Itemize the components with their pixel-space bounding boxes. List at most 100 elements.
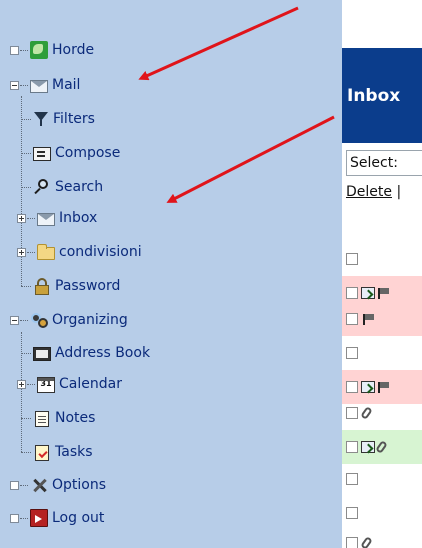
sidebar-item-mail[interactable]: Mail	[10, 74, 80, 96]
sidebar-item-label: Mail	[52, 77, 81, 93]
flag-icon	[376, 287, 390, 299]
sidebar-item-condivisioni[interactable]: condivisioni	[17, 241, 142, 263]
attachment-icon	[361, 537, 375, 548]
filter-icon	[33, 110, 49, 128]
sidebar-item-logout[interactable]: Log out	[10, 507, 104, 529]
sidebar: Horde Mail Filters Compose Search Inbox …	[0, 0, 342, 548]
sidebar-item-password[interactable]: Password	[21, 275, 120, 297]
forwarded-icon	[361, 381, 375, 393]
mail-icon	[37, 213, 55, 226]
select-dropdown[interactable]: Select:	[346, 150, 422, 176]
expand-toggle[interactable]	[17, 247, 26, 257]
tree-connector	[20, 84, 28, 86]
flag-icon	[376, 381, 390, 393]
lock-icon	[33, 277, 51, 295]
calendar-icon: 31	[37, 376, 55, 393]
table-row[interactable]	[342, 462, 422, 496]
tree-connector	[27, 217, 35, 219]
tools-icon	[30, 476, 48, 494]
organizing-icon	[30, 311, 48, 329]
delete-link[interactable]: Delete	[346, 184, 392, 200]
row-checkbox[interactable]	[346, 347, 358, 359]
sidebar-item-label: Horde	[52, 42, 95, 58]
table-row[interactable]	[342, 302, 422, 336]
forwarded-icon	[361, 441, 375, 453]
sidebar-item-label: Filters	[53, 111, 95, 127]
sidebar-item-label: condivisioni	[59, 244, 142, 260]
row-checkbox[interactable]	[346, 381, 358, 393]
mailbox-panel: Inbox Select: Delete |	[342, 0, 422, 548]
notes-icon	[35, 410, 49, 427]
tree-connector	[21, 352, 31, 354]
sidebar-item-label: Address Book	[55, 345, 151, 361]
sidebar-item-calendar[interactable]: 31 Calendar	[17, 373, 122, 395]
tasks-icon	[35, 444, 49, 461]
compose-icon	[33, 147, 51, 161]
tree-connector	[20, 49, 28, 51]
flag-icon	[361, 313, 375, 325]
sidebar-item-label: Log out	[52, 510, 105, 526]
expand-toggle[interactable]	[17, 213, 26, 223]
sidebar-item-label: Options	[52, 477, 107, 493]
table-row[interactable]	[342, 336, 422, 370]
sidebar-item-label: Password	[55, 278, 121, 294]
mailbox-header: Inbox	[342, 48, 422, 143]
row-checkbox[interactable]	[346, 287, 358, 299]
tree-leaf-box	[10, 480, 19, 490]
action-separator: |	[396, 184, 402, 200]
collapse-toggle[interactable]	[10, 80, 19, 90]
row-checkbox[interactable]	[346, 313, 358, 325]
horde-icon	[30, 41, 48, 59]
sidebar-item-options[interactable]: Options	[10, 474, 106, 496]
expand-toggle[interactable]	[17, 379, 26, 389]
sidebar-item-label: Tasks	[55, 444, 93, 460]
sidebar-item-label: Notes	[55, 410, 96, 426]
sidebar-item-organizing[interactable]: Organizing	[10, 309, 128, 331]
tree-connector	[20, 484, 28, 486]
select-all-checkbox[interactable]	[346, 253, 358, 265]
row-checkbox[interactable]	[346, 507, 358, 519]
row-checkbox[interactable]	[346, 537, 358, 548]
tree-connector	[21, 451, 31, 453]
tree-connector	[27, 383, 35, 385]
table-row[interactable]	[342, 526, 422, 548]
table-row[interactable]	[342, 430, 422, 464]
tree-connector	[27, 251, 35, 253]
sidebar-item-label: Calendar	[59, 376, 122, 392]
tree-leaf-box	[10, 45, 19, 55]
row-checkbox[interactable]	[346, 441, 358, 453]
sidebar-item-label: Inbox	[59, 210, 98, 226]
sidebar-item-notes[interactable]: Notes	[21, 407, 95, 429]
attachment-icon	[361, 407, 375, 419]
tree-leaf-box	[10, 513, 19, 523]
sidebar-item-search[interactable]: Search	[21, 176, 103, 198]
sidebar-item-address-book[interactable]: Address Book	[21, 342, 150, 364]
tree-connector	[21, 118, 31, 120]
sidebar-item-label: Search	[55, 179, 104, 195]
sidebar-item-compose[interactable]: Compose	[21, 142, 120, 164]
action-bar: Delete |	[346, 184, 401, 200]
table-header-row	[342, 242, 422, 276]
collapse-toggle[interactable]	[10, 315, 19, 325]
table-row[interactable]	[342, 396, 422, 430]
sidebar-item-inbox[interactable]: Inbox	[17, 207, 97, 229]
tree-connector	[20, 517, 28, 519]
tree-connector	[21, 152, 31, 154]
sidebar-item-horde[interactable]: Horde	[10, 39, 94, 61]
table-row[interactable]	[342, 496, 422, 530]
row-checkbox[interactable]	[346, 473, 358, 485]
logout-icon	[30, 509, 48, 527]
sidebar-item-filters[interactable]: Filters	[21, 108, 95, 130]
navigation-tree: Horde Mail Filters Compose Search Inbox …	[0, 0, 342, 548]
row-checkbox[interactable]	[346, 407, 358, 419]
tree-connector	[20, 319, 28, 321]
sidebar-item-tasks[interactable]: Tasks	[21, 441, 93, 463]
attachment-icon	[376, 441, 390, 453]
tree-connector	[21, 285, 31, 287]
search-icon	[33, 178, 51, 196]
address-book-icon	[33, 347, 51, 361]
page-title: Inbox	[347, 86, 401, 106]
tree-connector	[21, 417, 31, 419]
folder-icon	[37, 244, 55, 260]
mail-icon	[30, 80, 48, 93]
